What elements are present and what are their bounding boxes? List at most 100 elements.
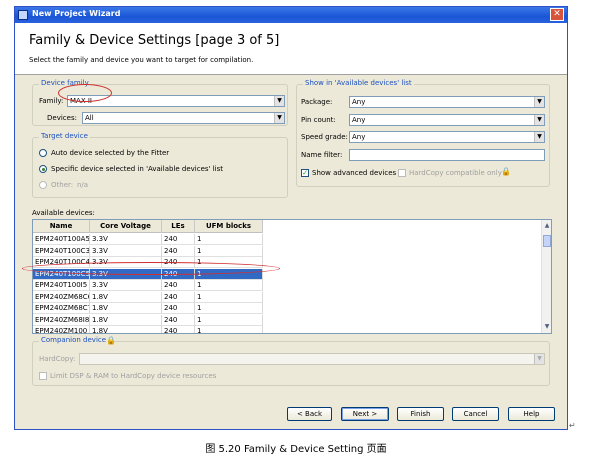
cell-core-voltage: 3.3V xyxy=(90,245,162,257)
pin-count-select[interactable]: Any ▼ xyxy=(349,114,545,126)
cell-name: EPM240ZM68C6 xyxy=(33,291,90,303)
devices-label: Devices: xyxy=(47,114,77,122)
auto-device-radio[interactable] xyxy=(39,149,47,157)
wizard-body: Family & Device Settings [page 3 of 5] S… xyxy=(15,23,567,429)
specific-device-radio[interactable] xyxy=(39,165,47,173)
family-label: Family: xyxy=(39,97,64,105)
target-device-group-label: Target device xyxy=(39,132,90,140)
column-header-ufm-blocks[interactable]: UFM blocks xyxy=(195,220,263,233)
wizard-header: Family & Device Settings [page 3 of 5] S… xyxy=(15,23,567,75)
cell-les: 240 xyxy=(162,314,195,326)
table-header: Name Core Voltage LEs UFM blocks xyxy=(33,220,263,233)
figure-caption: 图 5.20 Family & Device Setting 页面 xyxy=(205,444,387,455)
column-header-core-voltage[interactable]: Core Voltage xyxy=(90,220,162,233)
lock-icon: 🔒 xyxy=(501,167,511,176)
limit-dsp-ram-checkbox[interactable] xyxy=(39,372,47,380)
cell-name: EPM240T100I5 xyxy=(33,280,90,291)
table-row[interactable]: EPM240T100I5 3.3V 240 1 xyxy=(33,280,263,291)
help-button[interactable]: Help xyxy=(508,407,555,421)
chevron-down-icon[interactable]: ▼ xyxy=(534,132,544,142)
column-header-les[interactable]: LEs xyxy=(162,220,195,233)
chevron-down-icon[interactable]: ▼ xyxy=(274,96,284,106)
return-mark-icon: ↵ xyxy=(569,421,576,430)
page-title: Family & Device Settings [page 3 of 5] xyxy=(29,33,280,48)
chevron-down-icon[interactable]: ▼ xyxy=(274,113,284,123)
finish-button[interactable]: Finish xyxy=(397,407,444,421)
available-devices-table[interactable]: Name Core Voltage LEs UFM blocks EPM240T… xyxy=(32,219,552,334)
package-select[interactable]: Any ▼ xyxy=(349,96,545,108)
lock-icon: 🔒 xyxy=(106,336,116,345)
speed-grade-select[interactable]: Any ▼ xyxy=(349,131,545,143)
cancel-button[interactable]: Cancel xyxy=(452,407,499,421)
cell-les: 240 xyxy=(162,326,195,333)
companion-device-group-label: Companion device xyxy=(39,336,109,344)
cell-core-voltage: 1.8V xyxy=(90,303,162,314)
show-advanced-label: Show advanced devices xyxy=(312,169,397,177)
scroll-up-icon[interactable]: ▲ xyxy=(542,221,551,231)
scroll-thumb[interactable] xyxy=(543,235,551,247)
table-scrollbar[interactable]: ▲ ▼ xyxy=(541,220,551,333)
cell-name: EPM240ZM100 xyxy=(33,326,90,333)
package-value: Any xyxy=(352,98,366,106)
pin-count-label: Pin count: xyxy=(301,116,336,124)
cell-core-voltage: 1.8V xyxy=(90,326,162,333)
next-button[interactable]: Next > xyxy=(341,407,389,421)
specific-device-label: Specific device selected in 'Available d… xyxy=(51,165,223,173)
chevron-down-icon[interactable]: ▼ xyxy=(534,354,544,364)
hardcopy-label: HardCopy: xyxy=(39,355,76,363)
hardcopy-compatible-label: HardCopy compatible only xyxy=(409,169,502,177)
cell-ufm-blocks: 1 xyxy=(195,303,263,314)
table-row[interactable]: EPM240T100C3 3.3V 240 1 xyxy=(33,245,263,257)
back-button[interactable]: < Back xyxy=(287,407,332,421)
page-subtitle: Select the family and device you want to… xyxy=(29,56,254,64)
table-row[interactable]: EPM240ZM100 1.8V 240 1 xyxy=(33,326,263,333)
cell-name: EPM240ZM68I8 xyxy=(33,314,90,326)
cell-ufm-blocks: 1 xyxy=(195,314,263,326)
cell-name: EPM240ZM68C7 xyxy=(33,303,90,314)
other-device-radio[interactable] xyxy=(39,181,47,189)
devices-select[interactable]: All ▼ xyxy=(82,112,285,124)
name-filter-value xyxy=(350,159,352,167)
table-row[interactable]: EPM240ZM68I8 1.8V 240 1 xyxy=(33,314,263,326)
cell-ufm-blocks: 1 xyxy=(195,245,263,257)
selected-device-highlight-ellipse xyxy=(22,262,280,275)
table-row[interactable]: EPM240ZM68C7 1.8V 240 1 xyxy=(33,303,263,314)
show-in-list-group-label: Show in 'Available devices' list xyxy=(303,79,414,87)
title-bar: New Project Wizard ✕ xyxy=(15,7,567,23)
window-title: New Project Wizard xyxy=(32,9,121,18)
column-header-name[interactable]: Name xyxy=(33,220,90,233)
cell-les: 240 xyxy=(162,291,195,303)
cell-les: 240 xyxy=(162,280,195,291)
show-in-list-group: Show in 'Available devices' list Package… xyxy=(296,79,550,187)
close-button[interactable]: ✕ xyxy=(550,8,564,21)
cell-ufm-blocks: 1 xyxy=(195,326,263,333)
limit-dsp-ram-label: Limit DSP & RAM to HardCopy device resou… xyxy=(50,372,217,380)
chevron-down-icon[interactable]: ▼ xyxy=(534,115,544,125)
target-device-group: Target device Auto device selected by th… xyxy=(32,132,288,198)
scroll-down-icon[interactable]: ▼ xyxy=(542,322,551,332)
name-filter-input[interactable] xyxy=(349,149,545,161)
cell-core-voltage: 3.3V xyxy=(90,234,162,245)
cell-les: 240 xyxy=(162,303,195,314)
auto-device-label: Auto device selected by the Fitter xyxy=(51,149,170,157)
pin-count-value: Any xyxy=(352,116,366,124)
table-row[interactable]: EPM240T100A5 3.3V 240 1 xyxy=(33,234,263,245)
other-device-label: Other: xyxy=(51,181,74,189)
table-row[interactable]: EPM240ZM68C6 1.8V 240 1 xyxy=(33,291,263,303)
chevron-down-icon[interactable]: ▼ xyxy=(534,97,544,107)
cell-core-voltage: 3.3V xyxy=(90,280,162,291)
cell-core-voltage: 1.8V xyxy=(90,314,162,326)
other-device-value: n/a xyxy=(77,181,89,189)
cell-core-voltage: 1.8V xyxy=(90,291,162,303)
hardcopy-compatible-checkbox[interactable] xyxy=(398,169,406,177)
show-advanced-checkbox[interactable]: ✓ xyxy=(301,169,309,177)
new-project-wizard-window: New Project Wizard ✕ Family & Device Set… xyxy=(14,6,568,430)
companion-device-group: Companion device 🔒 HardCopy: ▼ Limit DSP… xyxy=(32,336,550,386)
name-filter-label: Name filter: xyxy=(301,151,343,159)
app-icon xyxy=(18,10,28,20)
devices-value: All xyxy=(85,114,94,122)
speed-grade-value: Any xyxy=(352,133,366,141)
cell-name: EPM240T100A5 xyxy=(33,234,90,245)
family-highlight-ellipse xyxy=(58,84,112,102)
hardcopy-select[interactable]: ▼ xyxy=(79,353,545,365)
